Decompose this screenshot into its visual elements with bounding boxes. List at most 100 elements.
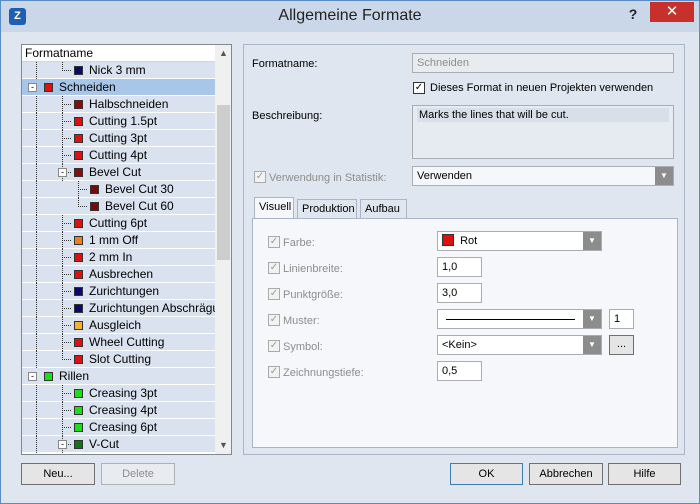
tree-row-label: 1 mm Off xyxy=(89,233,139,247)
tree-row[interactable]: Cutting 6pt xyxy=(22,215,215,232)
tree-connector xyxy=(36,215,37,232)
collapse-icon[interactable]: - xyxy=(58,440,67,449)
linienbreite-field[interactable]: 1,0 xyxy=(437,257,482,277)
tree-row-label: 2 mm In xyxy=(89,250,133,264)
color-swatch-icon xyxy=(74,151,83,160)
tree-connector xyxy=(36,419,37,436)
muster-scale-field[interactable]: 1 xyxy=(609,309,634,329)
tab-aufbau[interactable]: Aufbau xyxy=(360,199,407,218)
close-button[interactable]: ✕ xyxy=(650,2,694,22)
scroll-up-icon[interactable]: ▲ xyxy=(215,45,231,62)
linienbreite-checkbox[interactable]: ✓ xyxy=(268,262,280,274)
tree-row[interactable]: 1 mm Off xyxy=(22,232,215,249)
tab-visuell[interactable]: Visuell xyxy=(254,197,294,219)
tree-row-label: Cutting 4pt xyxy=(89,148,148,162)
tree-row[interactable]: Ausgleich xyxy=(22,317,215,334)
tree-row-label: Ausbrechen xyxy=(89,267,154,281)
tree-row[interactable]: Cutting 1.5pt xyxy=(22,113,215,130)
tree-connector xyxy=(62,223,71,224)
help-dialog-button[interactable]: Hilfe xyxy=(608,463,681,485)
color-swatch-icon xyxy=(74,168,83,177)
tree-row[interactable]: - Schneiden xyxy=(22,79,215,96)
tree-scrollbar[interactable]: ▲ ▼ xyxy=(215,45,231,454)
tree-row[interactable]: Creasing 6pt xyxy=(22,419,215,436)
scroll-down-icon[interactable]: ▼ xyxy=(215,437,231,454)
collapse-icon[interactable]: - xyxy=(28,83,37,92)
tree-row[interactable]: Zurichtungen Abschrägung xyxy=(22,300,231,317)
symbol-browse-button[interactable]: ... xyxy=(609,335,634,355)
muster-dropdown[interactable]: ▼ xyxy=(437,309,602,329)
farbe-checkbox[interactable]: ✓ xyxy=(268,236,280,248)
tree-row-label: Ausgleich xyxy=(89,318,142,332)
zeichnungstiefe-label: Zeichnungstiefe: xyxy=(283,367,364,379)
tree-connector xyxy=(62,291,71,292)
scroll-thumb[interactable] xyxy=(217,105,230,260)
tree-connector xyxy=(36,266,37,283)
collapse-icon[interactable]: - xyxy=(28,372,37,381)
tree-connector xyxy=(62,393,71,394)
tree-row[interactable]: Bevel Cut 60 xyxy=(22,198,215,215)
farbe-value: Rot xyxy=(460,235,478,247)
tree-connector xyxy=(62,104,71,105)
color-swatch-icon xyxy=(442,234,454,246)
muster-label: Muster: xyxy=(283,315,320,327)
statistik-checkbox[interactable]: ✓ xyxy=(254,171,266,183)
tree-row[interactable]: Cutting 4pt xyxy=(22,147,215,164)
tree-connector xyxy=(36,62,37,79)
beschreibung-field[interactable]: Marks the lines that will be cut. xyxy=(412,105,674,159)
tree-row[interactable]: - Rillen xyxy=(22,368,215,385)
tab-produktion[interactable]: Produktion xyxy=(297,199,357,218)
punktgroesse-checkbox[interactable]: ✓ xyxy=(268,288,280,300)
beschreibung-text: Marks the lines that will be cut. xyxy=(417,108,669,122)
tree-connector xyxy=(36,130,37,147)
tree-row-label: Creasing 6pt xyxy=(89,420,158,434)
help-button[interactable]: ? xyxy=(623,4,643,24)
tree-row[interactable]: Wheel Cutting xyxy=(22,334,215,351)
color-swatch-icon xyxy=(74,423,83,432)
color-swatch-icon xyxy=(74,440,83,449)
formatname-field[interactable]: Schneiden xyxy=(412,53,674,73)
color-swatch-icon xyxy=(74,270,83,279)
line-pattern-solid xyxy=(446,319,575,320)
new-button[interactable]: Neu... xyxy=(21,463,95,485)
color-swatch-icon xyxy=(74,304,83,313)
statistik-dropdown[interactable]: Verwenden ▼ xyxy=(412,166,674,186)
tree-row[interactable]: Cutting 3pt xyxy=(22,130,215,147)
tree-row-label: Bevel Cut 30 xyxy=(105,182,174,196)
ok-button[interactable]: OK xyxy=(450,463,523,485)
punktgroesse-field[interactable]: 3,0 xyxy=(437,283,482,303)
tree-connector xyxy=(36,249,37,266)
tree-connector xyxy=(78,206,87,207)
tree-row[interactable]: Nick 3 mm xyxy=(22,62,215,79)
zeichnungstiefe-field[interactable]: 0,5 xyxy=(437,361,482,381)
tree-row[interactable]: - Bevel Cut xyxy=(22,164,215,181)
delete-button[interactable]: Delete xyxy=(101,463,175,485)
tree-row[interactable]: Zurichtungen xyxy=(22,283,215,300)
tree-column-header[interactable]: Formatname xyxy=(22,45,215,62)
tree-row-label: Cutting 6pt xyxy=(89,216,148,230)
tree-rows: Nick 3 mm - Schneiden Halbschneiden Cutting … xyxy=(22,62,231,453)
tree-row[interactable]: Halbschneiden xyxy=(22,96,215,113)
tree-row[interactable]: Creasing 4pt xyxy=(22,402,215,419)
symbol-dropdown[interactable]: <Kein> ▼ xyxy=(437,335,602,355)
tree-connector xyxy=(62,308,71,309)
color-swatch-icon xyxy=(74,134,83,143)
chevron-down-icon: ▼ xyxy=(583,336,601,354)
muster-checkbox[interactable]: ✓ xyxy=(268,314,280,326)
farbe-dropdown[interactable]: Rot ▼ xyxy=(437,231,602,251)
tree-connector xyxy=(36,181,37,198)
tree-row[interactable]: - V-Cut xyxy=(22,436,215,453)
cancel-button[interactable]: Abbrechen xyxy=(529,463,603,485)
tree-row[interactable]: Bevel Cut 30 xyxy=(22,181,215,198)
symbol-checkbox[interactable]: ✓ xyxy=(268,340,280,352)
zeichnungstiefe-checkbox[interactable]: ✓ xyxy=(268,366,280,378)
tree-connector xyxy=(36,164,37,181)
use-in-new-projects-checkbox[interactable]: ✓ xyxy=(413,82,425,94)
format-tree[interactable]: Formatname Nick 3 mm - Schneiden Halbschnei… xyxy=(21,44,232,455)
collapse-icon[interactable]: - xyxy=(58,168,67,177)
tree-row[interactable]: Ausbrechen xyxy=(22,266,215,283)
tree-row[interactable]: Slot Cutting xyxy=(22,351,215,368)
tree-row[interactable]: 2 mm In xyxy=(22,249,215,266)
tree-row-label: Halbschneiden xyxy=(89,97,169,111)
tree-row[interactable]: Creasing 3pt xyxy=(22,385,215,402)
